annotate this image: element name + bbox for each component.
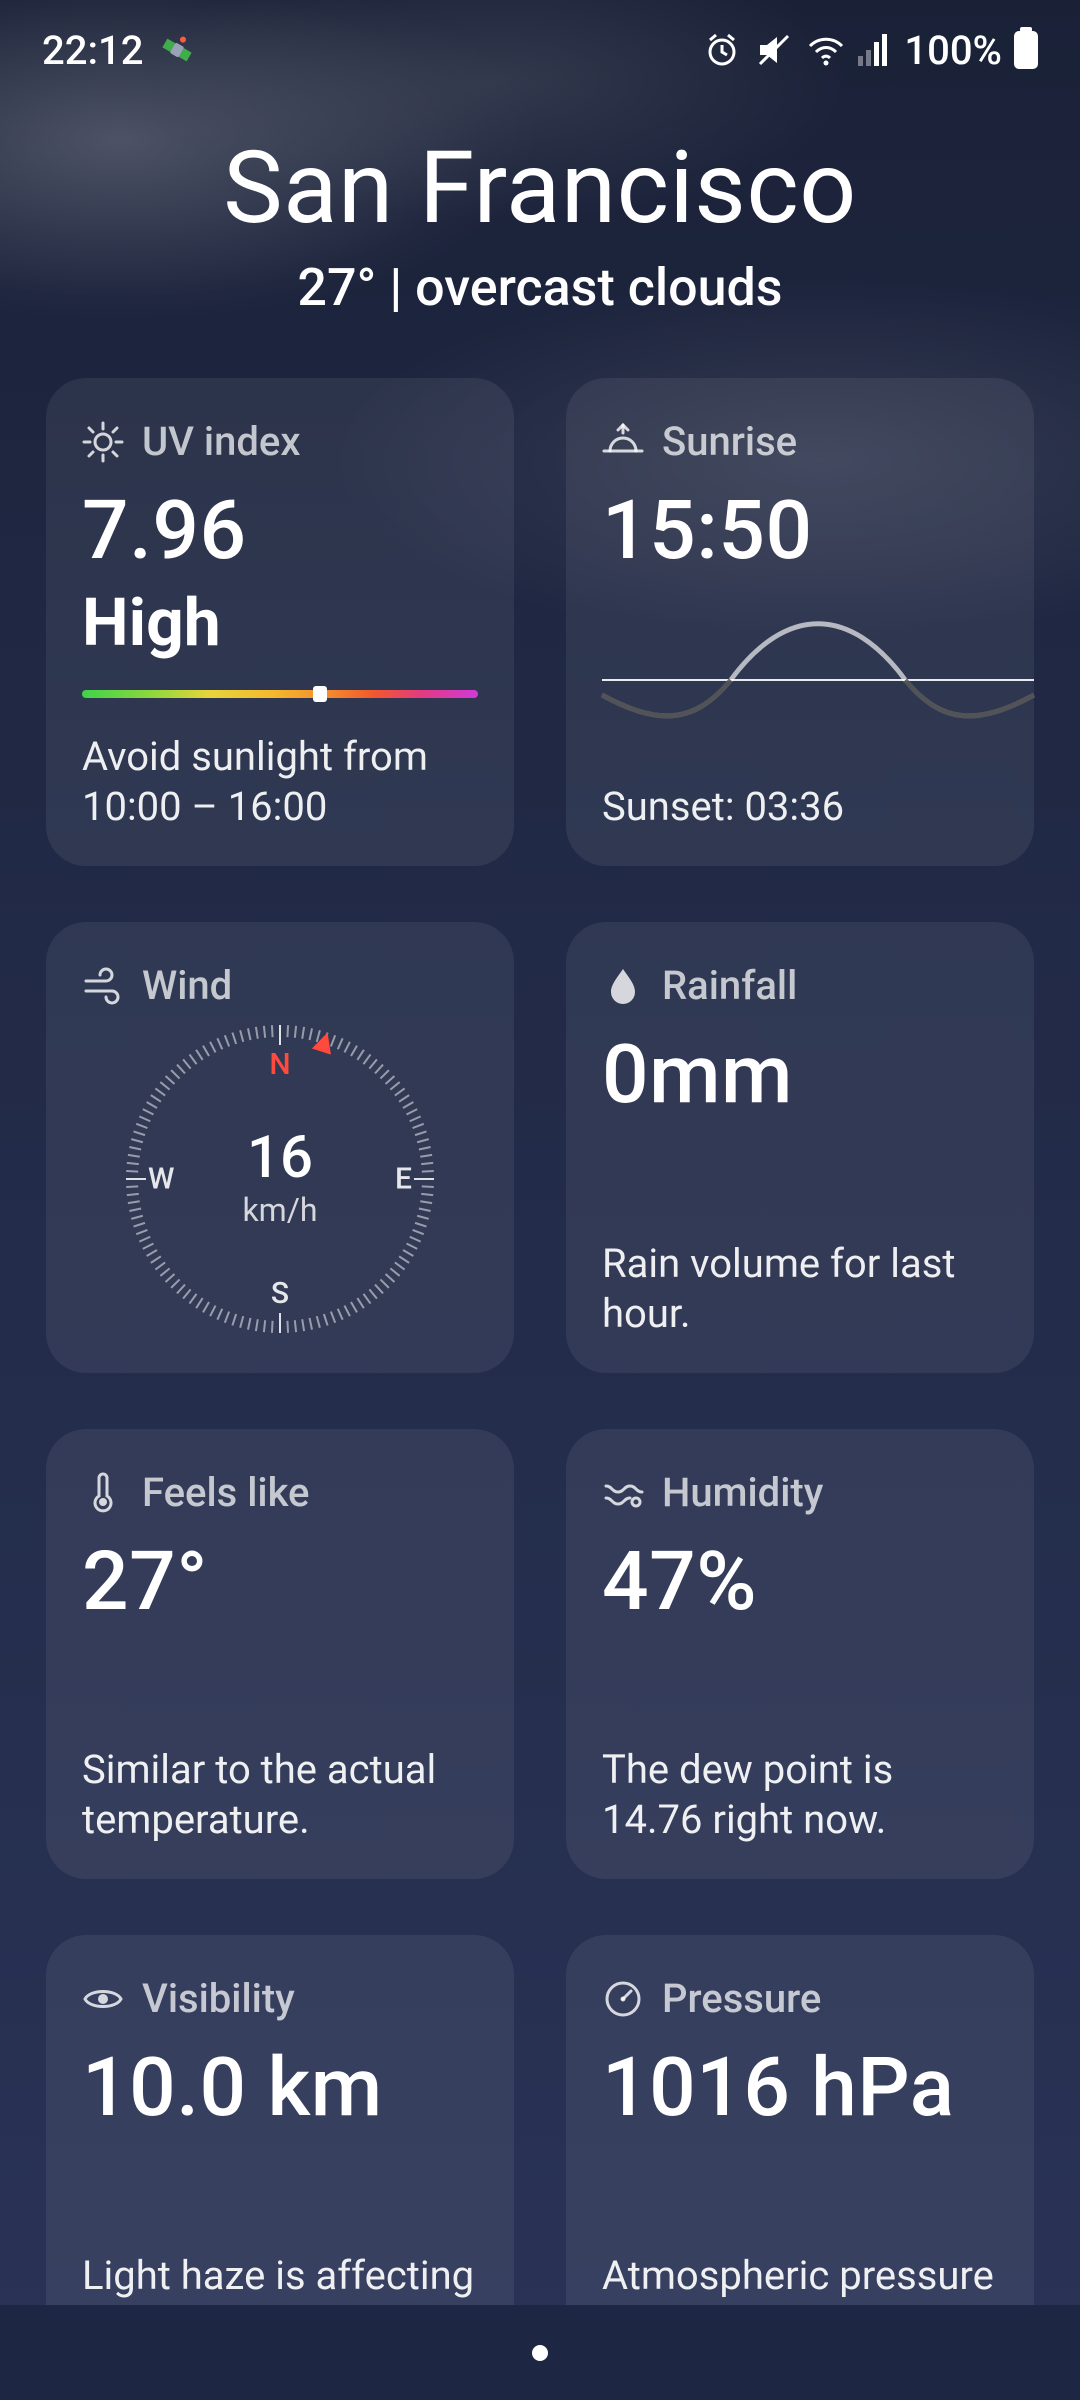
feels-like-value: 27° [82,1534,478,1630]
visibility-title: Visibility [142,1975,295,2022]
humidity-card[interactable]: Humidity 47% The dew point is 14.76 righ… [566,1429,1034,1879]
status-time: 22:12 [42,27,143,74]
status-left: 22:12 [42,27,197,74]
sunrise-header: Sunrise [602,418,998,465]
wind-title: Wind [142,962,232,1009]
rainfall-value: 0mm [602,1027,998,1123]
battery-icon [1014,31,1038,69]
status-right: 100% [702,27,1038,74]
wind-compass: N S E W 16 km/h [120,1019,440,1339]
humidity-title: Humidity [662,1469,823,1516]
humidity-desc: The dew point is 14.76 right now. [602,1745,998,1845]
wind-header: Wind [82,962,478,1009]
signal-icon [858,30,892,70]
uv-index-advice: Avoid sunlight from 10:00 – 16:00 [82,732,478,832]
nav-home-indicator[interactable] [532,2345,548,2361]
rainfall-desc: Rain volume for last hour. [602,1239,998,1339]
visibility-value: 10.0 km [82,2040,478,2136]
sunrise-icon [602,421,644,463]
weather-header: San Francisco 27° | overcast clouds [0,130,1080,318]
feels-like-title: Feels like [142,1469,309,1516]
humidity-icon [602,1472,644,1514]
uv-marker [313,686,327,702]
battery-text: 100% [904,27,1002,74]
weather-summary: 27° | overcast clouds [0,257,1080,318]
eye-icon [82,1978,124,2020]
pressure-value: 1016 hPa [602,2040,998,2136]
system-nav-bar [0,2305,1080,2400]
uv-index-level: High [82,585,478,662]
pressure-title: Pressure [662,1975,821,2022]
feels-like-card[interactable]: Feels like 27° Similar to the actual tem… [46,1429,514,1879]
rainfall-card[interactable]: Rainfall 0mm Rain volume for last hour. [566,922,1034,1373]
raindrop-icon [602,965,644,1007]
visibility-header: Visibility [82,1975,478,2022]
sunrise-title: Sunrise [662,418,797,465]
humidity-header: Humidity [602,1469,998,1516]
feels-like-header: Feels like [82,1469,478,1516]
sunset-label: Sunset: 03:36 [602,782,998,832]
wind-unit: km/h [242,1191,317,1229]
wifi-icon [806,30,846,70]
thermometer-icon [82,1472,124,1514]
wind-speed: 16 [247,1129,313,1187]
mute-icon [754,30,794,70]
sun-path-graph [602,615,1034,735]
uv-index-title: UV index [142,418,300,465]
metrics-grid: UV index 7.96 High Avoid sunlight from 1… [46,378,1034,2385]
sun-icon [82,421,124,463]
rainfall-title: Rainfall [662,962,797,1009]
status-bar: 22:12 [0,0,1080,90]
gauge-icon [602,1978,644,2020]
sunrise-card[interactable]: Sunrise 15:50 Sunset: 03:36 [566,378,1034,866]
satellite-icon [157,30,197,70]
city-name: San Francisco [0,130,1080,247]
humidity-value: 47% [602,1534,998,1630]
uv-index-value: 7.96 [82,483,478,579]
uv-index-header: UV index [82,418,478,465]
alarm-icon [702,30,742,70]
rainfall-header: Rainfall [602,962,998,1009]
wind-card[interactable]: Wind N S E W 16 km/h [46,922,514,1373]
uv-spectrum-bar [82,690,478,698]
uv-index-card[interactable]: UV index 7.96 High Avoid sunlight from 1… [46,378,514,866]
pressure-header: Pressure [602,1975,998,2022]
wind-icon [82,965,124,1007]
feels-like-desc: Similar to the actual temperature. [82,1745,478,1845]
sunrise-time: 15:50 [602,483,998,579]
